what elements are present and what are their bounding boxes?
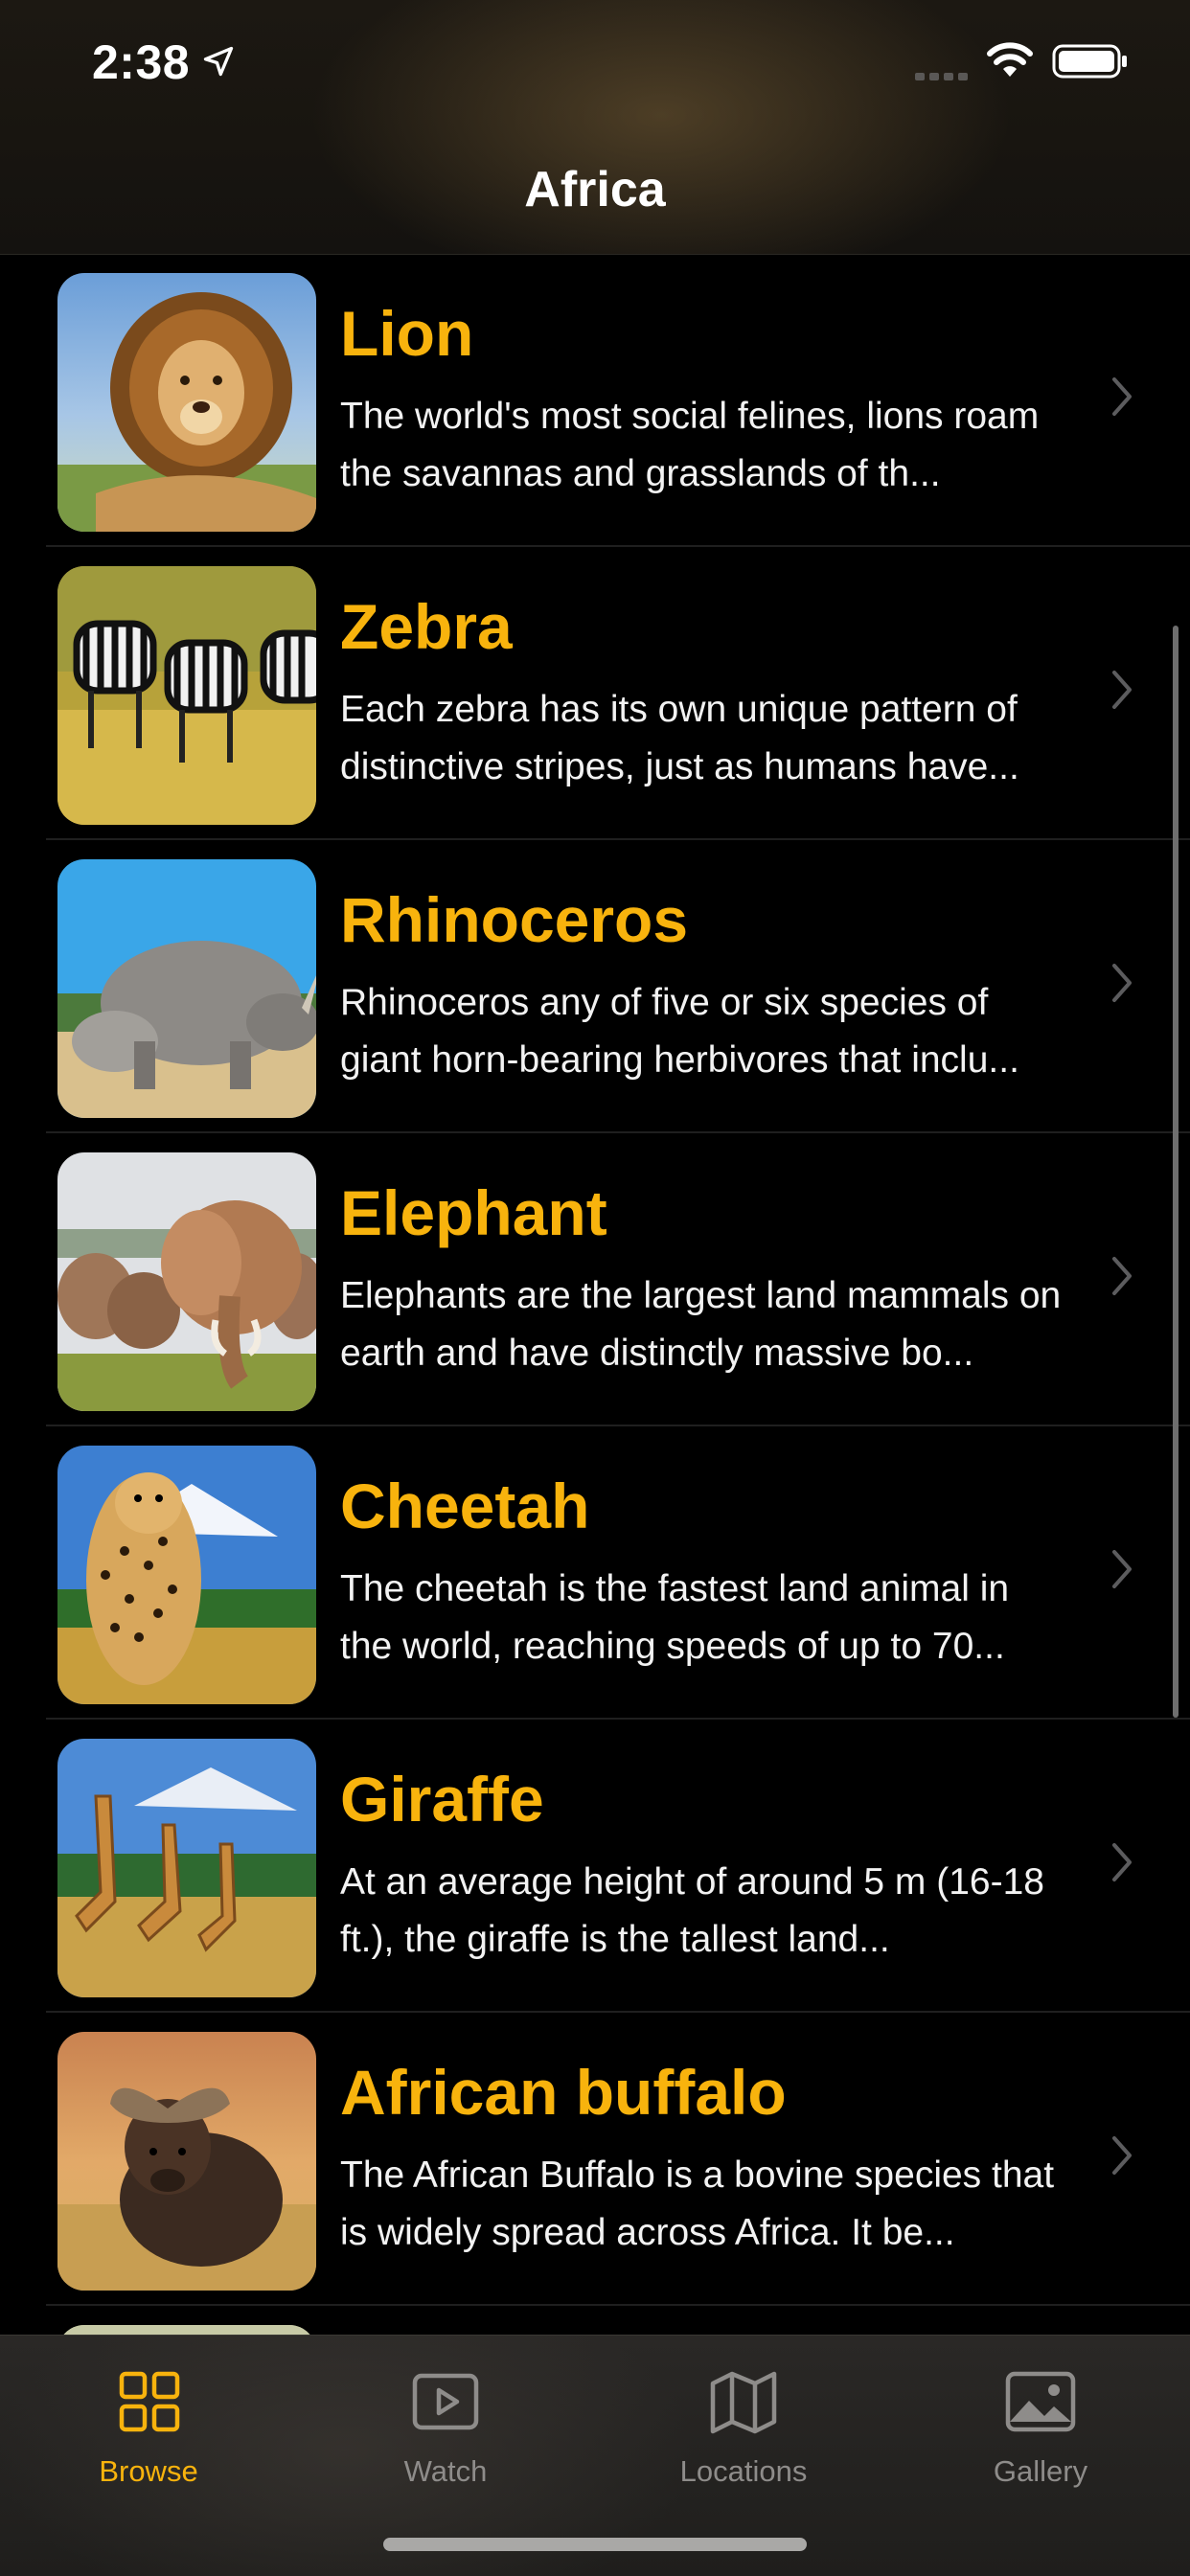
lion-photo-icon	[57, 273, 316, 532]
tab-label: Locations	[679, 2454, 808, 2488]
list-item-giraffe[interactable]: Giraffe At an average height of around 5…	[0, 1720, 1190, 2013]
list-item-zebra[interactable]: Zebra Each zebra has its own unique patt…	[0, 547, 1190, 840]
animal-description: Elephants are the largest land mammals o…	[340, 1275, 1062, 1374]
animal-name: Giraffe	[340, 1764, 544, 1835]
tab-label: Watch	[403, 2454, 488, 2488]
location-arrow-icon	[203, 46, 234, 77]
list-item-rhinoceros[interactable]: Rhinoceros Rhinoceros any of five or six…	[0, 840, 1190, 1133]
tab-label: Browse	[99, 2454, 198, 2488]
photo-icon	[1005, 2371, 1076, 2432]
list-item-elephant[interactable]: Elephant Elephants are the largest land …	[0, 1133, 1190, 1426]
tab-watch[interactable]: Watch	[331, 2359, 561, 2502]
chevron-right-icon	[1112, 1843, 1132, 1881]
animal-description: At an average height of around 5 m (16-1…	[340, 1861, 1044, 1960]
animal-description: The world's most social felines, lions r…	[340, 396, 1040, 494]
animal-list: Lion The world's most social felines, li…	[0, 254, 1190, 2335]
animal-description: The African Buffalo is a bovine species …	[340, 2154, 1055, 2253]
tab-browse[interactable]: Browse	[34, 2359, 263, 2502]
animal-name: African buffalo	[340, 2057, 787, 2128]
elephant-photo-icon	[57, 1152, 316, 1411]
status-bar: 2:38	[0, 0, 1190, 129]
navigation-header: 2:38 Africa	[0, 0, 1190, 255]
list-item-cheetah[interactable]: Cheetah The cheetah is the fastest land …	[0, 1426, 1190, 1720]
buffalo-photo-icon	[57, 2032, 316, 2291]
animal-name: Elephant	[340, 1177, 607, 1248]
chevron-right-icon	[1112, 1257, 1132, 1295]
tab-gallery[interactable]: Gallery	[926, 2359, 1156, 2502]
giraffe-photo-icon	[57, 1739, 316, 1997]
play-icon	[412, 2373, 479, 2430]
chevron-right-icon	[1112, 377, 1132, 416]
animal-description: The cheetah is the fastest land animal i…	[340, 1568, 1010, 1667]
map-icon	[710, 2371, 777, 2434]
battery-icon	[1052, 44, 1127, 79]
list-item-partial[interactable]	[0, 2306, 1190, 2335]
animal-name: Cheetah	[340, 1470, 590, 1541]
list-item-lion[interactable]: Lion The world's most social felines, li…	[0, 254, 1190, 547]
animal-name: Zebra	[340, 591, 513, 662]
chevron-right-icon	[1112, 964, 1132, 1002]
zebra-photo-icon	[57, 566, 316, 825]
app-screen: 2:38 Africa Lion The world's most social…	[0, 0, 1190, 2576]
status-time: 2:38	[92, 35, 191, 89]
animal-name: Lion	[340, 298, 474, 369]
tab-locations[interactable]: Locations	[629, 2359, 858, 2502]
scroll-indicator[interactable]	[1173, 626, 1179, 1718]
grid-icon	[119, 2371, 180, 2432]
tab-label: Gallery	[993, 2454, 1088, 2488]
animal-description: Rhinoceros any of five or six species of…	[340, 982, 1019, 1081]
home-indicator[interactable]	[383, 2538, 807, 2551]
animal-photo-icon	[57, 2325, 316, 2335]
cellular-signal-icon	[915, 73, 968, 80]
rhinoceros-photo-icon	[57, 859, 316, 1118]
page-title: Africa	[524, 162, 666, 217]
chevron-right-icon	[1112, 671, 1132, 709]
animal-name: Rhinoceros	[340, 884, 689, 955]
animal-description: Each zebra has its own unique pattern of…	[340, 689, 1019, 787]
list-item-african-buffalo[interactable]: African buffalo The African Buffalo is a…	[0, 2013, 1190, 2306]
wifi-icon	[987, 42, 1033, 77]
chevron-right-icon	[1112, 2136, 1132, 2175]
chevron-right-icon	[1112, 1550, 1132, 1588]
cheetah-photo-icon	[57, 1446, 316, 1704]
